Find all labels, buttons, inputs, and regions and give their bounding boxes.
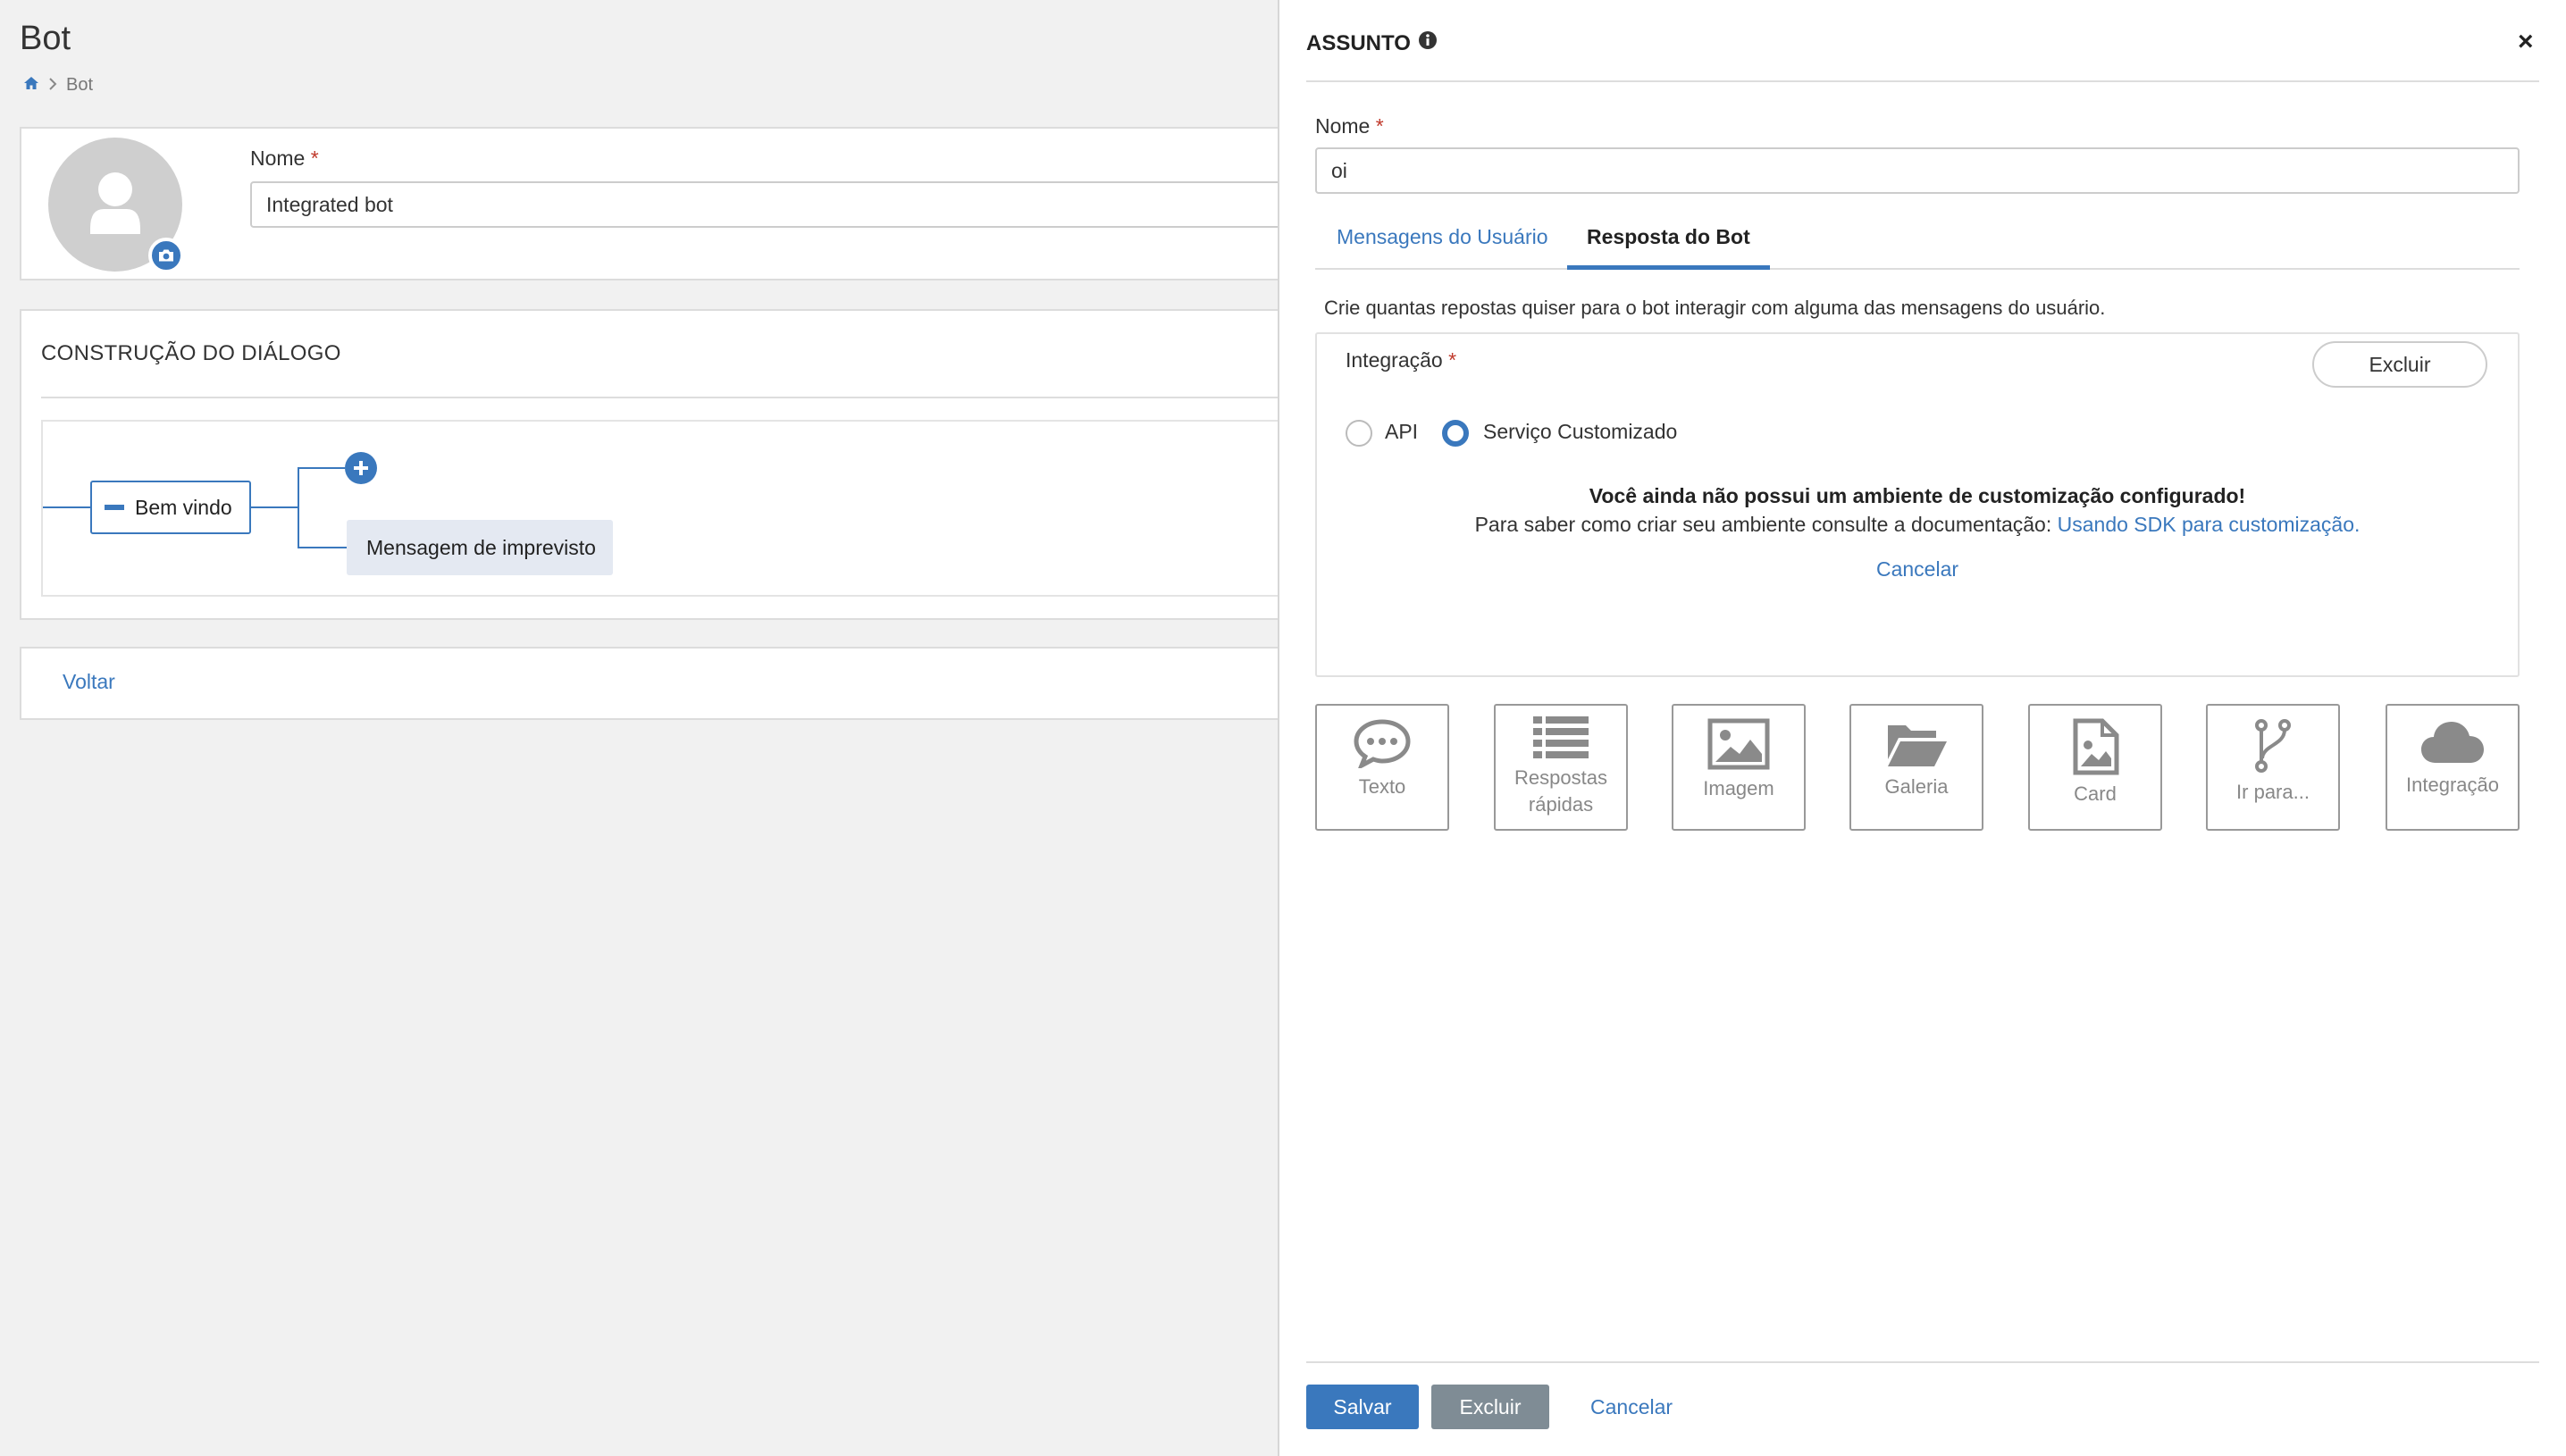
camera-icon[interactable] (148, 238, 184, 273)
delete-button[interactable]: Excluir (1431, 1385, 1549, 1429)
required-mark: * (1448, 348, 1457, 372)
response-type-card[interactable]: Card (2028, 704, 2162, 831)
tile-label: Imagem (1703, 777, 1774, 799)
sdk-docs-link[interactable]: Usando SDK para customização. (2058, 513, 2361, 536)
tile-label: Respostas rápidas (1514, 766, 1607, 816)
tile-label: Card (2074, 782, 2117, 805)
tile-label: Integração (2406, 774, 2499, 796)
tab-bot-response[interactable]: Resposta do Bot (1567, 225, 1770, 270)
radio-custom-service[interactable] (1442, 420, 1469, 447)
back-link[interactable]: Voltar (63, 670, 115, 694)
info-icon[interactable] (1418, 30, 1438, 56)
close-icon[interactable]: × (2518, 27, 2534, 57)
tree-connector (298, 547, 347, 548)
branch-icon (2255, 719, 2291, 773)
page-title: Bot (20, 20, 71, 57)
divider (1306, 80, 2539, 82)
tree-connector (298, 467, 299, 548)
response-type-text[interactable]: Texto (1315, 704, 1449, 831)
response-type-integration[interactable]: Integração (2386, 704, 2520, 831)
cloud-icon (2421, 722, 2484, 763)
file-image-icon (2073, 718, 2119, 775)
delete-integration-button[interactable]: Excluir (2312, 341, 2487, 388)
save-button[interactable]: Salvar (1306, 1385, 1419, 1429)
integration-cancel-link[interactable]: Cancelar (1315, 557, 2520, 582)
tree-connector (251, 506, 298, 508)
image-icon (1707, 718, 1770, 770)
back-panel (20, 647, 1306, 720)
dialog-node-fallback[interactable]: Mensagem de imprevisto (347, 520, 613, 575)
tile-label: Ir para... (2236, 781, 2310, 803)
dialog-section-title: CONSTRUÇÃO DO DIÁLOGO (41, 341, 341, 365)
drawer-title: ASSUNTO (1306, 30, 1438, 56)
response-type-image[interactable]: Imagem (1672, 704, 1806, 831)
radio-api-label[interactable]: API (1385, 420, 1418, 444)
bot-name-input[interactable] (250, 181, 1322, 228)
divider (41, 397, 1310, 398)
plus-icon[interactable] (345, 452, 377, 484)
list-icon (1533, 716, 1589, 758)
response-type-gallery[interactable]: Galeria (1849, 704, 1983, 831)
minus-icon[interactable] (105, 505, 124, 510)
integration-label: Integração * (1346, 348, 1457, 372)
divider (1306, 1361, 2539, 1363)
subject-name-input[interactable] (1315, 147, 2520, 194)
tile-label: Texto (1358, 775, 1406, 798)
speech-bubble-icon (1354, 719, 1411, 768)
name-label: Nome * (250, 146, 319, 170)
breadcrumb: Bot (23, 75, 93, 96)
folder-open-icon (1888, 725, 1947, 766)
radio-api[interactable] (1346, 420, 1372, 447)
tab-description: Crie quantas repostas quiser para o bot … (1324, 297, 2106, 319)
required-mark: * (1375, 114, 1384, 138)
cancel-link[interactable]: Cancelar (1590, 1395, 1673, 1419)
node-label: Bem vindo (135, 495, 232, 519)
home-icon[interactable] (23, 75, 39, 96)
response-type-quick-replies[interactable]: Respostas rápidas (1494, 704, 1628, 831)
warning-title: Você ainda não possui um ambiente de cus… (1589, 484, 2246, 507)
response-type-goto[interactable]: Ir para... (2206, 704, 2340, 831)
dialog-node-welcome[interactable]: Bem vindo (90, 481, 251, 534)
radio-custom-service-label[interactable]: Serviço Customizado (1483, 420, 1677, 444)
tab-user-messages[interactable]: Mensagens do Usuário (1315, 225, 1570, 270)
warning-text: Para saber como criar seu ambiente consu… (1474, 513, 2361, 536)
breadcrumb-current: Bot (66, 75, 94, 95)
chevron-right-icon (48, 75, 57, 96)
tree-connector (298, 467, 345, 469)
tile-label: Galeria (1884, 775, 1949, 798)
tree-connector (43, 506, 90, 508)
subject-name-label: Nome * (1315, 114, 1384, 138)
required-mark: * (310, 146, 319, 170)
